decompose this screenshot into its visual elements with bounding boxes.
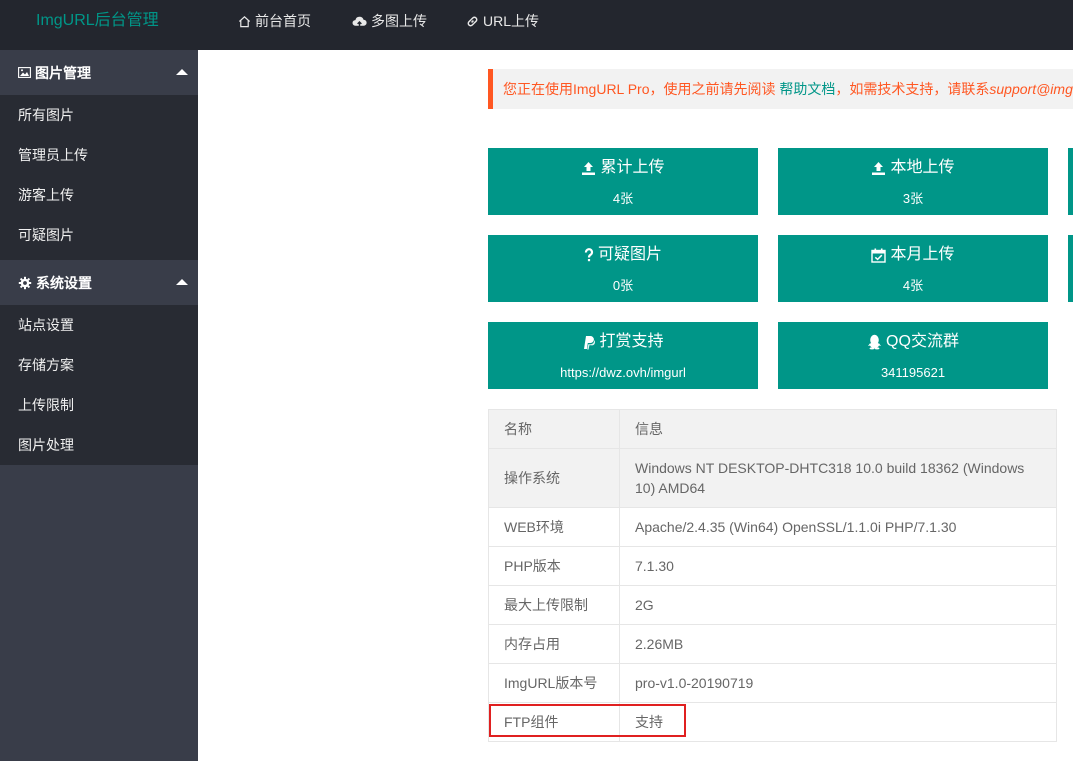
stat-card-partial bbox=[1068, 148, 1073, 215]
paypal-icon bbox=[582, 335, 596, 350]
sidebar-item-all-images[interactable]: 所有图片 bbox=[0, 95, 198, 135]
qq-icon bbox=[867, 334, 882, 350]
row-name: 最大上传限制 bbox=[488, 585, 620, 625]
row-value: 2G bbox=[619, 585, 1057, 625]
stat-card-monthly-uploads: 本月上传 4张 bbox=[778, 235, 1048, 302]
table-header-name: 名称 bbox=[488, 409, 620, 449]
sidebar-item-admin-uploads[interactable]: 管理员上传 bbox=[0, 135, 198, 175]
row-name: WEB环境 bbox=[488, 507, 620, 547]
gear-icon bbox=[18, 276, 32, 290]
row-name: ImgURL版本号 bbox=[488, 663, 620, 703]
question-icon bbox=[584, 248, 594, 262]
notice-prefix: 您正在使用ImgURL Pro，使用之前请先阅读 bbox=[503, 81, 780, 97]
nav-url-upload[interactable]: URL上传 bbox=[466, 12, 539, 30]
image-icon bbox=[18, 67, 31, 78]
card-title: 可疑图片 bbox=[597, 246, 662, 263]
table-row: 最大上传限制 2G bbox=[488, 585, 1057, 625]
sidebar-item-upload-limits[interactable]: 上传限制 bbox=[0, 385, 198, 425]
row-name: 内存占用 bbox=[488, 624, 620, 664]
table-row: FTP组件 支持 bbox=[488, 702, 1057, 742]
sidebar-item-image-processing[interactable]: 图片处理 bbox=[0, 425, 198, 465]
support-email: support@img bbox=[989, 81, 1073, 97]
sidebar-item-storage[interactable]: 存储方案 bbox=[0, 345, 198, 385]
stat-card-suspicious: 可疑图片 0张 bbox=[488, 235, 758, 302]
stat-card-local-uploads: 本地上传 3张 bbox=[778, 148, 1048, 215]
card-title: 本月上传 bbox=[890, 246, 955, 263]
table-row: WEB环境 Apache/2.4.35 (Win64) OpenSSL/1.1.… bbox=[488, 507, 1057, 547]
home-icon bbox=[238, 15, 251, 28]
caret-up-icon bbox=[176, 69, 188, 75]
sidebar-submenu-images: 所有图片 管理员上传 游客上传 可疑图片 bbox=[0, 95, 198, 260]
calendar-check-icon bbox=[871, 248, 887, 263]
app-logo[interactable]: ImgURL后台管理 bbox=[36, 10, 159, 32]
row-value: Windows NT DESKTOP-DHTC318 10.0 build 18… bbox=[619, 448, 1057, 508]
table-row: 内存占用 2.26MB bbox=[488, 624, 1057, 664]
card-value: 341195621 bbox=[880, 365, 946, 380]
sidebar-group-system-settings[interactable]: 系统设置 bbox=[0, 260, 198, 305]
sidebar-group-label: 图片管理 bbox=[35, 64, 91, 81]
upload-icon bbox=[581, 161, 596, 176]
row-name: PHP版本 bbox=[488, 546, 620, 586]
stat-card-qq-group[interactable]: QQ交流群 341195621 bbox=[778, 322, 1048, 389]
sidebar-item-site-settings[interactable]: 站点设置 bbox=[0, 305, 198, 345]
row-value: 支持 bbox=[619, 702, 1057, 742]
card-title: 累计上传 bbox=[600, 159, 665, 176]
row-value: 7.1.30 bbox=[619, 546, 1057, 586]
nav-multi-upload-label: 多图上传 bbox=[371, 13, 427, 29]
stat-card-partial bbox=[1068, 235, 1073, 302]
table-row: ImgURL版本号 pro-v1.0-20190719 bbox=[488, 663, 1057, 703]
card-value: https://dwz.ovh/imgurl bbox=[560, 365, 686, 380]
sidebar-item-guest-uploads[interactable]: 游客上传 bbox=[0, 175, 198, 215]
cloud-upload-icon bbox=[352, 15, 367, 28]
sidebar-group-image-management[interactable]: 图片管理 bbox=[0, 50, 198, 95]
notice-banner: 您正在使用ImgURL Pro，使用之前请先阅读 帮助文档，如需技术支持，请联系… bbox=[488, 69, 1073, 109]
caret-up-icon bbox=[176, 279, 188, 285]
help-docs-link[interactable]: 帮助文档 bbox=[779, 81, 835, 97]
link-icon bbox=[466, 15, 479, 28]
row-value: pro-v1.0-20190719 bbox=[619, 663, 1057, 703]
card-title: QQ交流群 bbox=[886, 333, 959, 350]
card-value: 0张 bbox=[612, 278, 634, 293]
upload-icon bbox=[871, 161, 886, 176]
card-value: 4张 bbox=[612, 191, 634, 206]
system-info-table: 名称 信息 操作系统 Windows NT DESKTOP-DHTC318 10… bbox=[488, 409, 1057, 742]
sidebar: 图片管理 所有图片 管理员上传 游客上传 可疑图片 系统设置 站点设置 存储方案… bbox=[0, 50, 198, 761]
table-row: 操作系统 Windows NT DESKTOP-DHTC318 10.0 bui… bbox=[488, 448, 1057, 508]
nav-home[interactable]: 前台首页 bbox=[238, 12, 311, 30]
card-value: 3张 bbox=[902, 191, 924, 206]
row-value: Apache/2.4.35 (Win64) OpenSSL/1.1.0i PHP… bbox=[619, 507, 1057, 547]
stat-card-total-uploads: 累计上传 4张 bbox=[488, 148, 758, 215]
notice-suffix: ，如需技术支持，请联系 bbox=[835, 81, 990, 97]
card-title: 本地上传 bbox=[890, 159, 955, 176]
sidebar-item-suspicious-images[interactable]: 可疑图片 bbox=[0, 215, 198, 255]
row-value: 2.26MB bbox=[619, 624, 1057, 664]
sidebar-group-label: 系统设置 bbox=[36, 274, 92, 291]
table-header-info: 信息 bbox=[619, 409, 1057, 449]
row-name: 操作系统 bbox=[488, 448, 620, 508]
top-header: ImgURL后台管理 前台首页 多图上传 URL上传 bbox=[0, 0, 1073, 50]
card-title: 打赏支持 bbox=[599, 333, 664, 350]
nav-multi-upload[interactable]: 多图上传 bbox=[352, 12, 427, 30]
table-row: PHP版本 7.1.30 bbox=[488, 546, 1057, 586]
sidebar-submenu-settings: 站点设置 存储方案 上传限制 图片处理 bbox=[0, 305, 198, 465]
card-value: 4张 bbox=[902, 278, 924, 293]
nav-url-upload-label: URL上传 bbox=[483, 13, 540, 29]
table-header-row: 名称 信息 bbox=[488, 409, 1057, 449]
stat-card-donate[interactable]: 打赏支持 https://dwz.ovh/imgurl bbox=[488, 322, 758, 389]
row-name: FTP组件 bbox=[488, 702, 620, 742]
nav-home-label: 前台首页 bbox=[255, 13, 311, 29]
